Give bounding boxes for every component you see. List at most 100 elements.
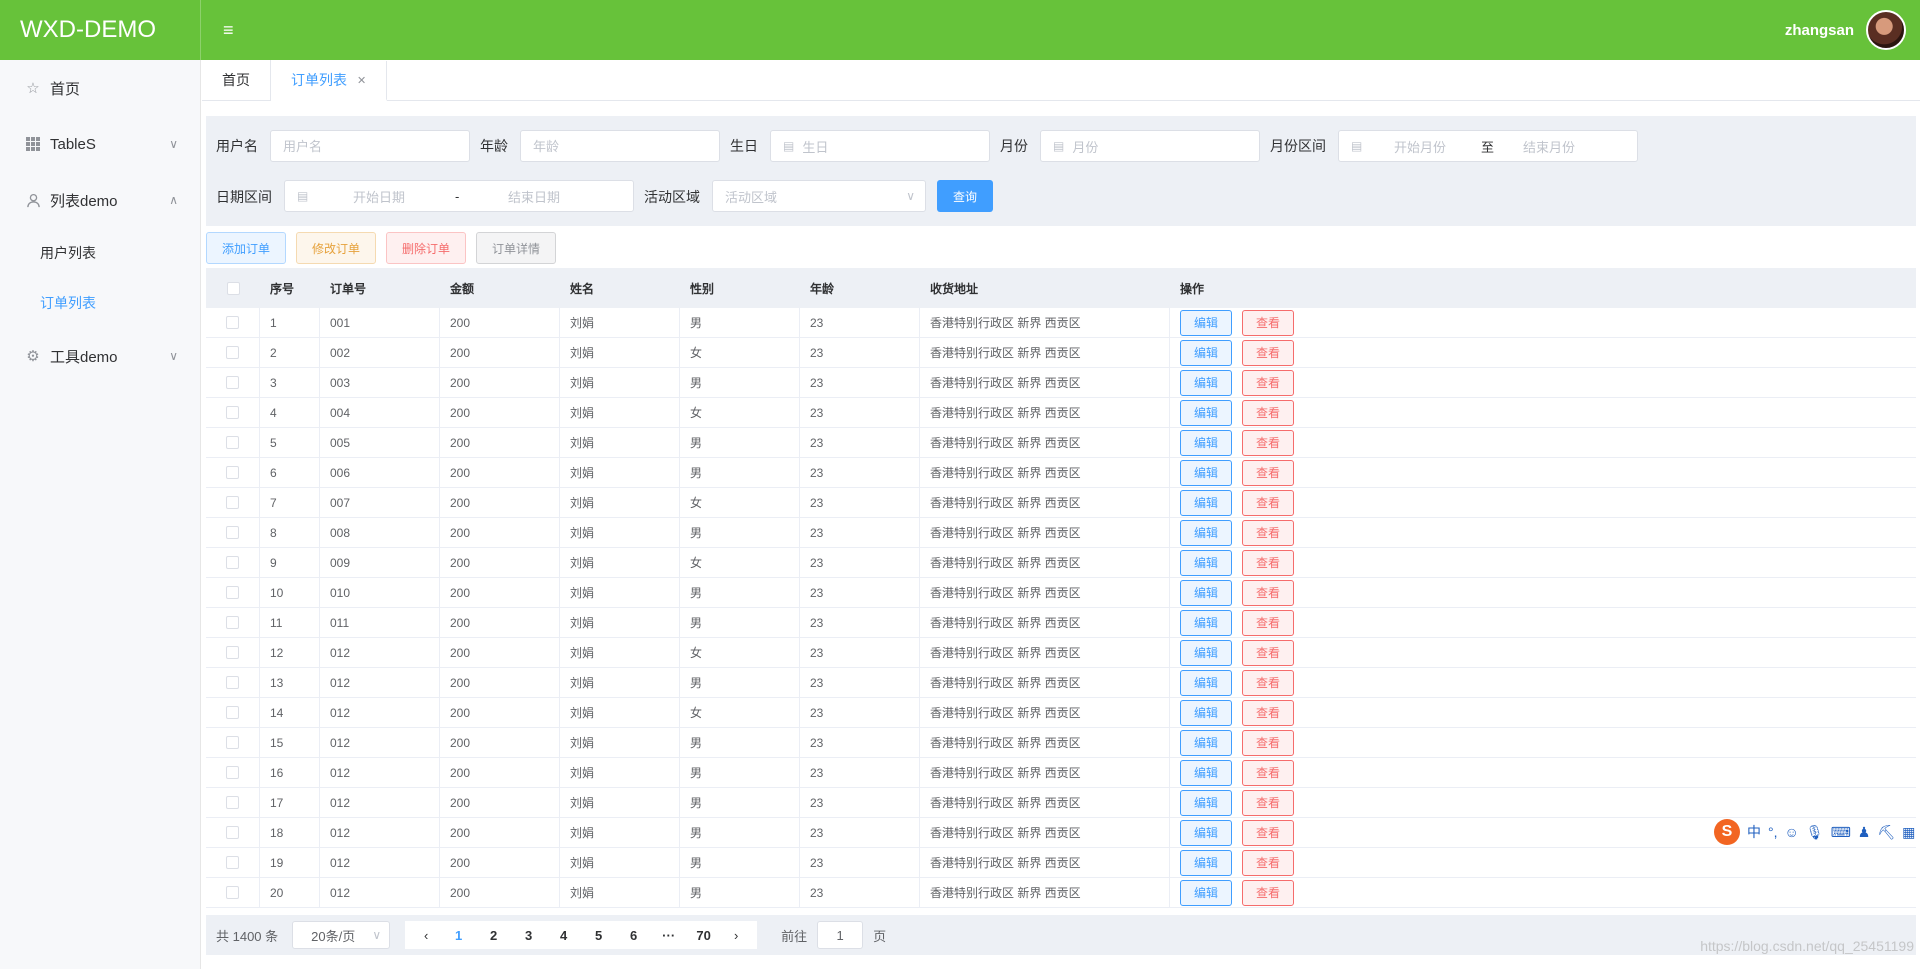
skin-icon[interactable]: ⛏ [1877, 824, 1895, 841]
avatar[interactable] [1866, 10, 1906, 50]
view-button[interactable]: 查看 [1242, 339, 1295, 366]
page-number[interactable]: 2 [476, 928, 511, 943]
view-button[interactable]: 查看 [1242, 669, 1295, 696]
punctuation-icon[interactable]: °, [1768, 824, 1778, 840]
sidebar-subitem-user-list[interactable]: 用户列表 [0, 228, 200, 278]
page-number[interactable]: 1 [441, 928, 476, 943]
row-checkbox[interactable] [206, 428, 260, 457]
edit-button[interactable]: 编辑 [1180, 729, 1233, 756]
view-button[interactable]: 查看 [1242, 549, 1295, 576]
close-icon[interactable]: ✕ [357, 74, 366, 87]
page-number[interactable]: 70 [686, 928, 721, 943]
select-all-checkbox[interactable] [206, 268, 260, 308]
sidebar-item-home[interactable]: ☆ 首页 [0, 60, 200, 116]
view-button[interactable]: 查看 [1242, 789, 1295, 816]
view-button[interactable]: 查看 [1242, 639, 1295, 666]
sidebar-item-tables[interactable]: TableS ∨ [0, 116, 200, 172]
edit-button[interactable]: 编辑 [1180, 399, 1233, 426]
edit-button[interactable]: 编辑 [1180, 309, 1233, 336]
page-number[interactable]: 4 [546, 928, 581, 943]
edit-button[interactable]: 编辑 [1180, 789, 1233, 816]
page-number[interactable]: 6 [616, 928, 651, 943]
edit-button[interactable]: 编辑 [1180, 849, 1233, 876]
row-checkbox[interactable] [206, 638, 260, 667]
view-button[interactable]: 查看 [1242, 729, 1295, 756]
row-checkbox[interactable] [206, 758, 260, 787]
row-checkbox[interactable] [206, 338, 260, 367]
row-checkbox[interactable] [206, 848, 260, 877]
add-order-button[interactable]: 添加订单 [206, 232, 286, 264]
row-checkbox[interactable] [206, 368, 260, 397]
tab-order-list[interactable]: 订单列表 ✕ [271, 61, 388, 101]
area-select[interactable]: 活动区域 ∨ [712, 180, 926, 212]
row-checkbox[interactable] [206, 548, 260, 577]
date-range-picker[interactable]: ▤ 开始日期 - 结束日期 [284, 180, 634, 212]
view-button[interactable]: 查看 [1242, 819, 1295, 846]
emoji-icon[interactable]: ☺ [1785, 824, 1799, 840]
view-button[interactable]: 查看 [1242, 609, 1295, 636]
keyboard-icon[interactable]: ⌨ [1831, 824, 1851, 841]
row-checkbox[interactable] [206, 488, 260, 517]
menu-toggle-icon[interactable]: ≡ [223, 20, 234, 41]
sogou-logo-icon[interactable]: S [1714, 819, 1740, 845]
row-checkbox[interactable] [206, 608, 260, 637]
view-button[interactable]: 查看 [1242, 489, 1295, 516]
microphone-icon[interactable]: 🎙 [1806, 824, 1824, 841]
edit-button[interactable]: 编辑 [1180, 369, 1233, 396]
row-checkbox[interactable] [206, 578, 260, 607]
view-button[interactable]: 查看 [1242, 519, 1295, 546]
sidebar-item-tools-demo[interactable]: ⚙ 工具demo ∨ [0, 328, 200, 384]
view-button[interactable]: 查看 [1242, 429, 1295, 456]
view-button[interactable]: 查看 [1242, 849, 1295, 876]
row-checkbox[interactable] [206, 458, 260, 487]
edit-button[interactable]: 编辑 [1180, 579, 1233, 606]
row-checkbox[interactable] [206, 668, 260, 697]
user-menu[interactable]: zhangsan [1785, 10, 1906, 50]
month-range-picker[interactable]: ▤ 开始月份 至 结束月份 [1338, 130, 1638, 162]
prev-page-button[interactable]: ‹ [411, 928, 441, 943]
query-button[interactable]: 查询 [937, 180, 993, 212]
view-button[interactable]: 查看 [1242, 579, 1295, 606]
view-button[interactable]: 查看 [1242, 759, 1295, 786]
view-button[interactable]: 查看 [1242, 399, 1295, 426]
view-button[interactable]: 查看 [1242, 459, 1295, 486]
edit-button[interactable]: 编辑 [1180, 609, 1233, 636]
edit-button[interactable]: 编辑 [1180, 699, 1233, 726]
sidebar-item-list-demo[interactable]: 列表demo ∧ [0, 172, 200, 228]
row-checkbox[interactable] [206, 518, 260, 547]
row-checkbox[interactable] [206, 698, 260, 727]
ime-mode[interactable]: 中 [1747, 822, 1761, 842]
view-button[interactable]: 查看 [1242, 369, 1295, 396]
tab-home[interactable]: 首页 [202, 60, 271, 100]
next-page-button[interactable]: › [721, 928, 751, 943]
page-size-select[interactable]: 20条/页 ∨ [292, 921, 391, 949]
goto-page-input[interactable] [817, 921, 864, 949]
view-button[interactable]: 查看 [1242, 879, 1295, 906]
order-detail-button[interactable]: 订单详情 [476, 232, 556, 264]
view-button[interactable]: 查看 [1242, 699, 1295, 726]
birthday-picker[interactable]: ▤ 生日 [770, 130, 990, 162]
edit-button[interactable]: 编辑 [1180, 429, 1233, 456]
edit-button[interactable]: 编辑 [1180, 759, 1233, 786]
more-pages-ellipsis[interactable]: ··· [651, 928, 686, 943]
edit-button[interactable]: 编辑 [1180, 879, 1233, 906]
edit-button[interactable]: 编辑 [1180, 549, 1233, 576]
page-number[interactable]: 5 [581, 928, 616, 943]
edit-button[interactable]: 编辑 [1180, 819, 1233, 846]
edit-button[interactable]: 编辑 [1180, 519, 1233, 546]
delete-order-button[interactable]: 删除订单 [386, 232, 466, 264]
user-icon[interactable]: ♟ [1858, 824, 1871, 841]
edit-order-button[interactable]: 修改订单 [296, 232, 376, 264]
page-number[interactable]: 3 [511, 928, 546, 943]
edit-button[interactable]: 编辑 [1180, 489, 1233, 516]
username-input[interactable] [270, 130, 470, 162]
age-input[interactable] [520, 130, 720, 162]
row-checkbox[interactable] [206, 308, 260, 337]
view-button[interactable]: 查看 [1242, 309, 1295, 336]
row-checkbox[interactable] [206, 788, 260, 817]
month-picker[interactable]: ▤ 月份 [1040, 130, 1260, 162]
grid-icon[interactable]: ▦ [1902, 824, 1915, 841]
edit-button[interactable]: 编辑 [1180, 339, 1233, 366]
edit-button[interactable]: 编辑 [1180, 459, 1233, 486]
row-checkbox[interactable] [206, 728, 260, 757]
